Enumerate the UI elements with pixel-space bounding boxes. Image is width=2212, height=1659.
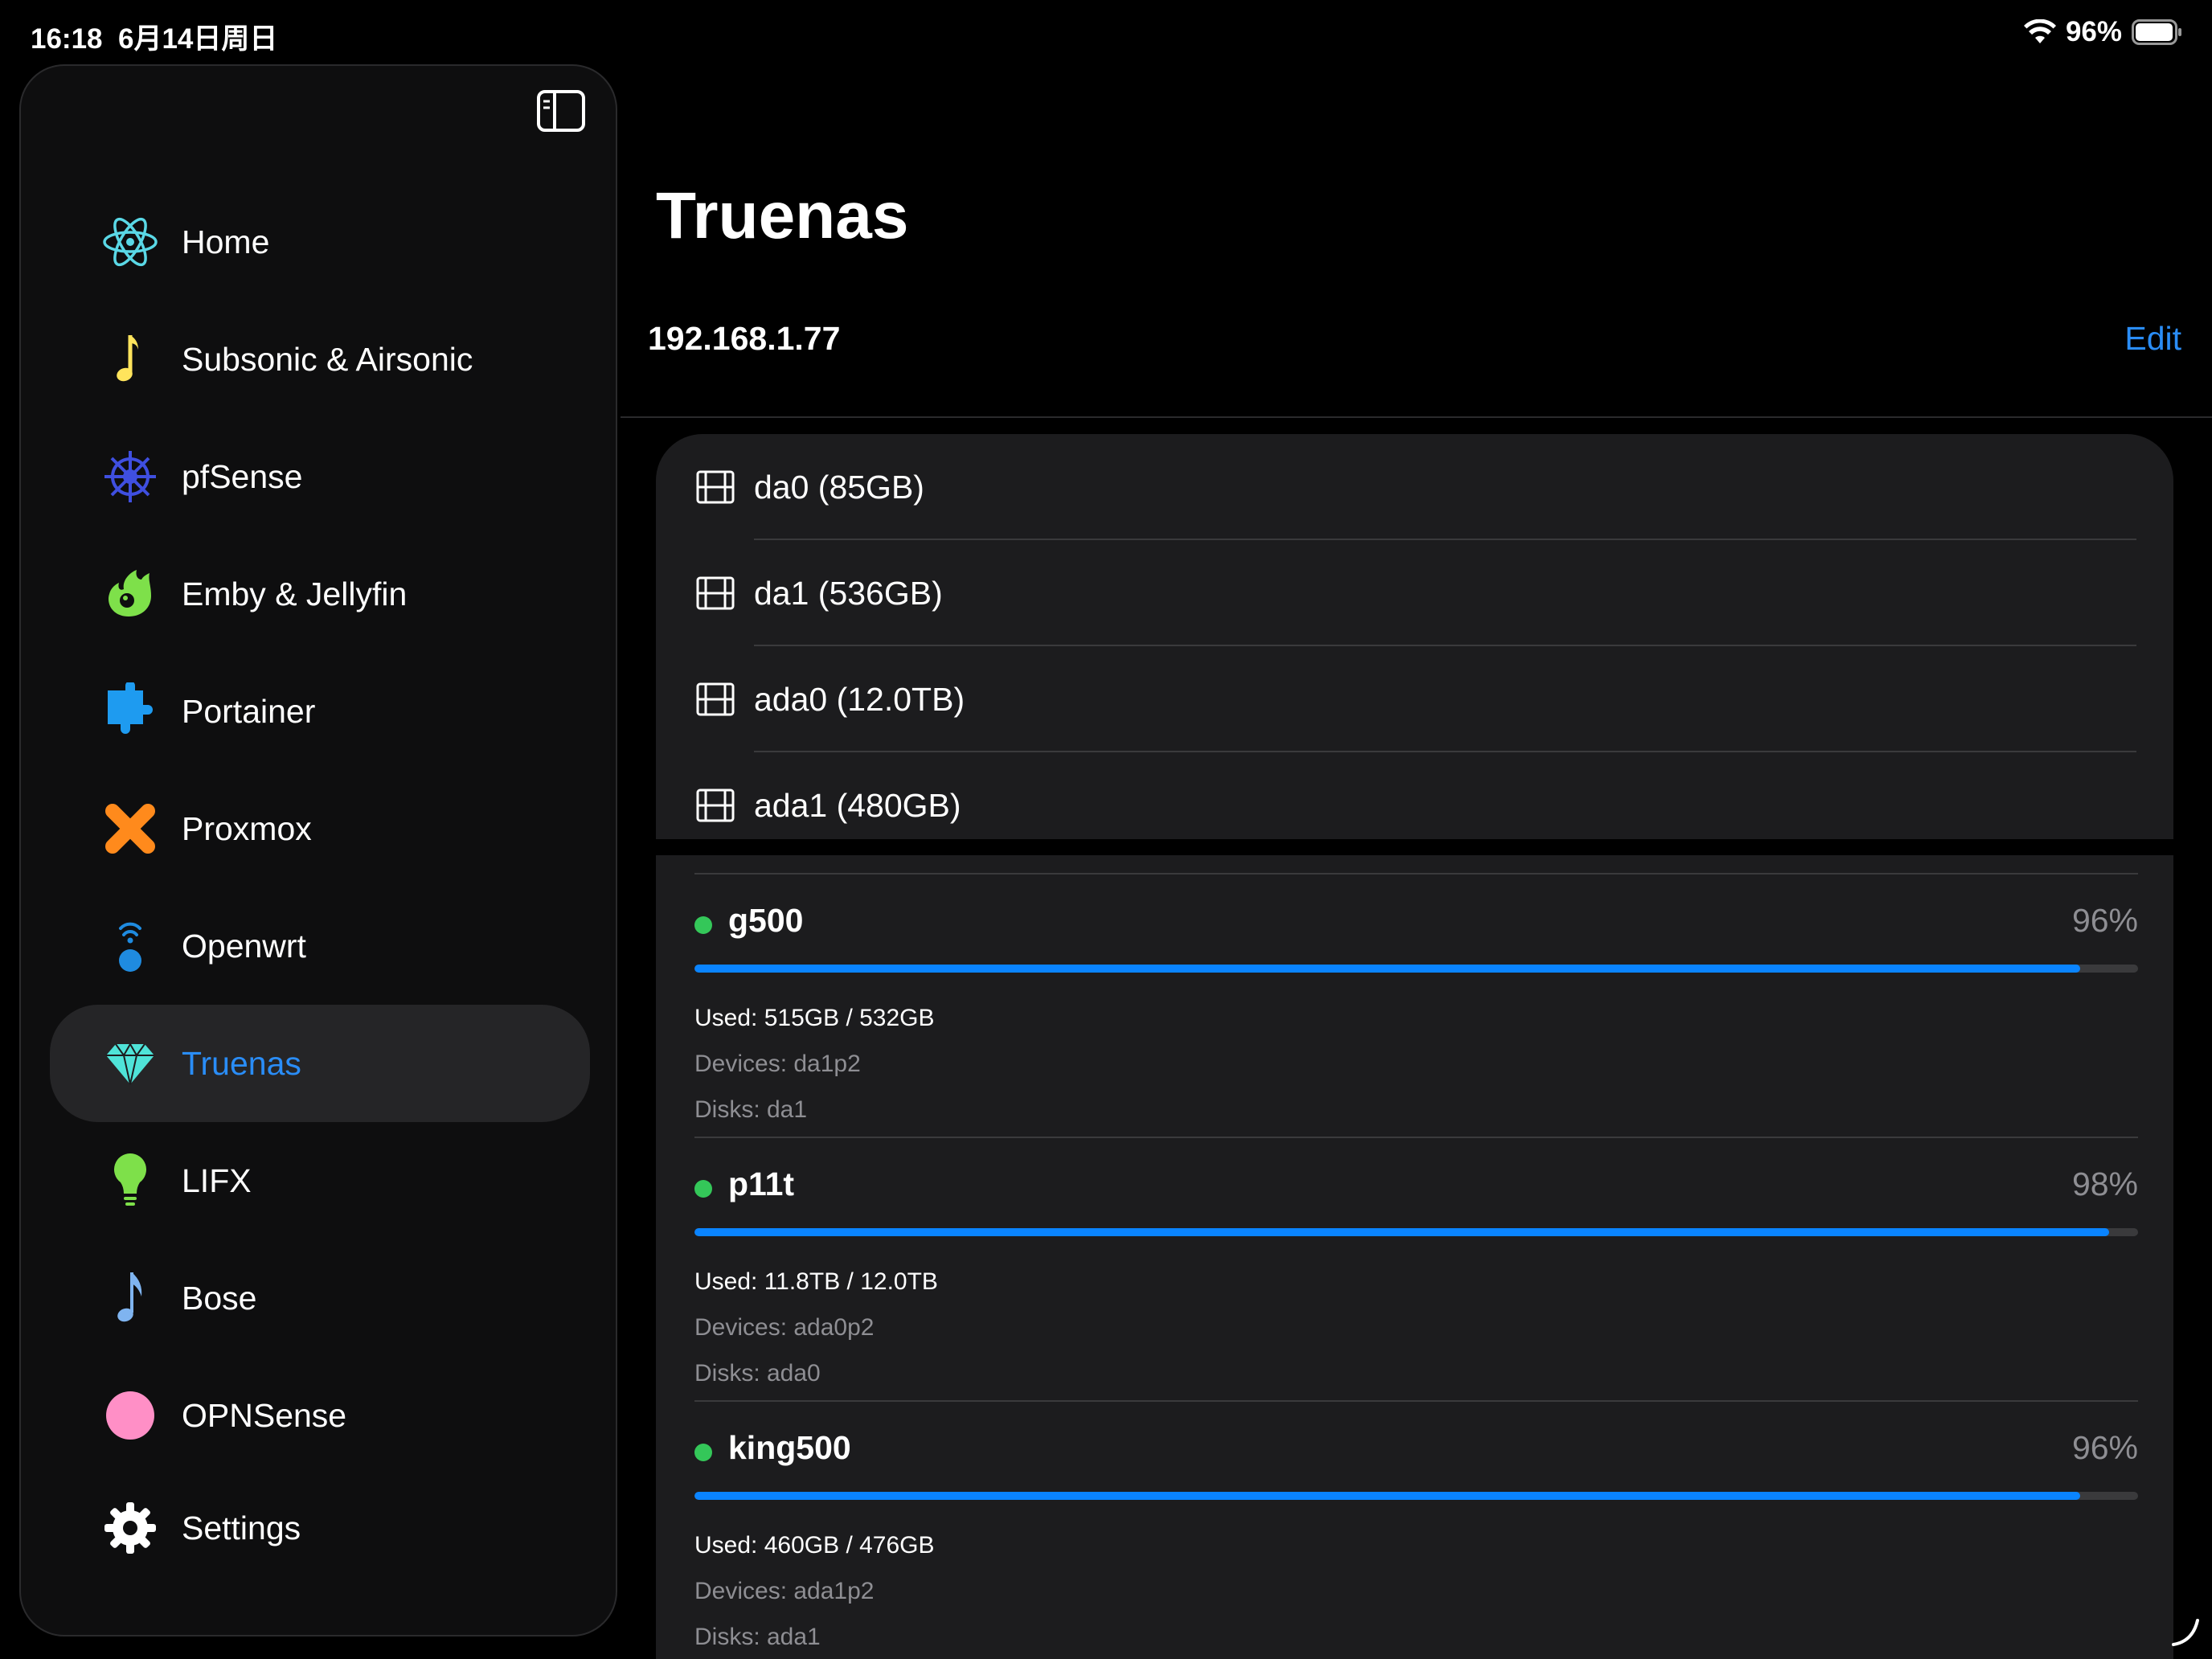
- disk-label: ada1 (480GB): [754, 786, 961, 824]
- pool-row-king500[interactable]: king500 96% Used: 460GB / 476GB Devices:…: [694, 1415, 2138, 1656]
- music-note-icon: [117, 1272, 142, 1322]
- sidebar-item-lifx[interactable]: LIFX: [50, 1122, 590, 1239]
- sidebar-item-bose[interactable]: Bose: [50, 1239, 590, 1357]
- pool-disks: Disks: ada1: [694, 1624, 821, 1650]
- disk-row-ada0[interactable]: ada0 (12.0TB): [656, 646, 2173, 752]
- gear-icon: [104, 1502, 156, 1554]
- pink-circle-icon: [106, 1391, 154, 1440]
- status-online-dot: [694, 916, 712, 934]
- status-online-dot: [694, 1180, 712, 1198]
- page-title: Truenas: [656, 179, 909, 252]
- pool-devices: Devices: da1p2: [694, 1051, 861, 1077]
- pool-disks: Disks: ada0: [694, 1360, 821, 1387]
- disk-label: ada0 (12.0TB): [754, 680, 965, 718]
- pool-usage-bar: [694, 965, 2138, 973]
- battery-percent: 96%: [2065, 16, 2122, 47]
- status-bar: 16:18 6月14日周日 96%: [0, 0, 2212, 64]
- ship-wheel-icon: [104, 451, 156, 502]
- pool-usage-bar: [694, 1492, 2138, 1500]
- disk-label: da1 (536GB): [754, 574, 943, 612]
- pool-used: Used: 11.8TB / 12.0TB: [694, 1268, 938, 1295]
- status-online-dot: [694, 1444, 712, 1461]
- sidebar-item-proxmox[interactable]: Proxmox: [50, 770, 590, 887]
- sidebar-item-label: pfSense: [182, 457, 303, 495]
- film-icon: [696, 470, 735, 504]
- music-note-icon: [117, 335, 138, 382]
- resize-handle-icon: [2172, 1619, 2199, 1646]
- disk-row-ada1[interactable]: ada1 (480GB): [656, 752, 2173, 839]
- sidebar-item-label: Subsonic & Airsonic: [182, 340, 473, 378]
- disk-row-da1[interactable]: da1 (536GB): [656, 540, 2173, 646]
- sidebar-item-label: Home: [182, 223, 270, 260]
- sidebar-item-openwrt[interactable]: Openwrt: [50, 887, 590, 1005]
- pool-name: g500: [728, 902, 804, 939]
- disks-list: da0 (85GB) da1 (536GB) ada0 (12.0TB) ada…: [656, 434, 2173, 839]
- pool-usage-fill: [694, 1228, 2110, 1236]
- pool-devices: Devices: ada1p2: [694, 1578, 875, 1604]
- sidebar-item-label: OPNSense: [182, 1396, 347, 1434]
- disk-label: da0 (85GB): [754, 468, 924, 506]
- header-divider: [621, 416, 2212, 418]
- status-time: 16:18 6月14日周日: [31, 16, 277, 57]
- sidebar-item-label: Settings: [182, 1509, 301, 1546]
- sidebar-item-emby[interactable]: Emby & Jellyfin: [50, 535, 590, 653]
- sidebar-item-label: Proxmox: [182, 809, 312, 847]
- pool-used: Used: 460GB / 476GB: [694, 1532, 935, 1559]
- pools-list: g500 96% Used: 515GB / 532GB Devices: da…: [656, 855, 2173, 1659]
- pool-used: Used: 515GB / 532GB: [694, 1005, 935, 1031]
- pool-row-p11t[interactable]: p11t 98% Used: 11.8TB / 12.0TB Devices: …: [694, 1151, 2138, 1392]
- film-icon: [696, 682, 735, 716]
- sidebar-item-pfsense[interactable]: pfSense: [50, 418, 590, 535]
- row-divider: [694, 873, 2138, 875]
- light-bulb-icon: [114, 1153, 146, 1206]
- sidebar-item-portainer[interactable]: Portainer: [50, 653, 590, 770]
- sidebar-item-label: Emby & Jellyfin: [182, 575, 408, 612]
- pool-percent: 98%: [2071, 1165, 2138, 1202]
- sidebar-item-label: Bose: [182, 1279, 257, 1317]
- atom-icon: [103, 217, 158, 267]
- sidebar: Home Subsonic & Airsonic pfSense Emby & …: [19, 64, 617, 1636]
- status-right: 96%: [2023, 16, 2183, 48]
- pool-usage-fill: [694, 965, 2081, 973]
- status-date-text: 6月14日周日: [117, 23, 278, 55]
- row-divider: [694, 1137, 2138, 1138]
- pool-name: p11t: [728, 1165, 795, 1202]
- pool-row-g500[interactable]: g500 96% Used: 515GB / 532GB Devices: da…: [694, 887, 2138, 1129]
- sidebar-item-label: Portainer: [182, 692, 316, 730]
- proxmox-x-icon: [105, 804, 155, 854]
- sidebar-item-label: LIFX: [182, 1161, 252, 1199]
- status-time-text: 16:18: [31, 23, 103, 55]
- pool-devices: Devices: ada0p2: [694, 1314, 875, 1341]
- diamond-icon: [106, 1042, 154, 1085]
- pool-percent: 96%: [2071, 1429, 2138, 1466]
- wireless-antenna-icon: [119, 922, 141, 972]
- sidebar-item-label: Openwrt: [182, 927, 306, 965]
- sidebar-item-opnsense[interactable]: OPNSense: [50, 1357, 590, 1474]
- edit-button[interactable]: Edit: [2124, 320, 2181, 358]
- emby-logo-icon: [109, 570, 151, 616]
- sidebar-toggle-icon[interactable]: [535, 88, 587, 133]
- host-address: 192.168.1.77: [648, 320, 841, 357]
- sidebar-item-truenas[interactable]: Truenas: [50, 1005, 590, 1122]
- sidebar-item-label: Truenas: [182, 1044, 301, 1082]
- film-icon: [696, 576, 735, 610]
- disk-row-da0[interactable]: da0 (85GB): [656, 434, 2173, 540]
- pool-name: king500: [728, 1429, 851, 1466]
- wifi-icon: [2023, 19, 2056, 43]
- row-divider: [694, 1400, 2138, 1402]
- sidebar-item-subsonic[interactable]: Subsonic & Airsonic: [50, 301, 590, 418]
- puzzle-piece-icon: [108, 682, 153, 734]
- battery-icon: [2132, 19, 2181, 45]
- pool-usage-fill: [694, 1492, 2081, 1500]
- pool-disks: Disks: da1: [694, 1096, 808, 1123]
- pool-usage-bar: [694, 1228, 2138, 1236]
- sidebar-item-home[interactable]: Home: [50, 183, 590, 301]
- film-icon: [696, 789, 735, 822]
- pool-percent: 96%: [2071, 902, 2138, 939]
- sidebar-item-settings[interactable]: Settings: [50, 1469, 590, 1587]
